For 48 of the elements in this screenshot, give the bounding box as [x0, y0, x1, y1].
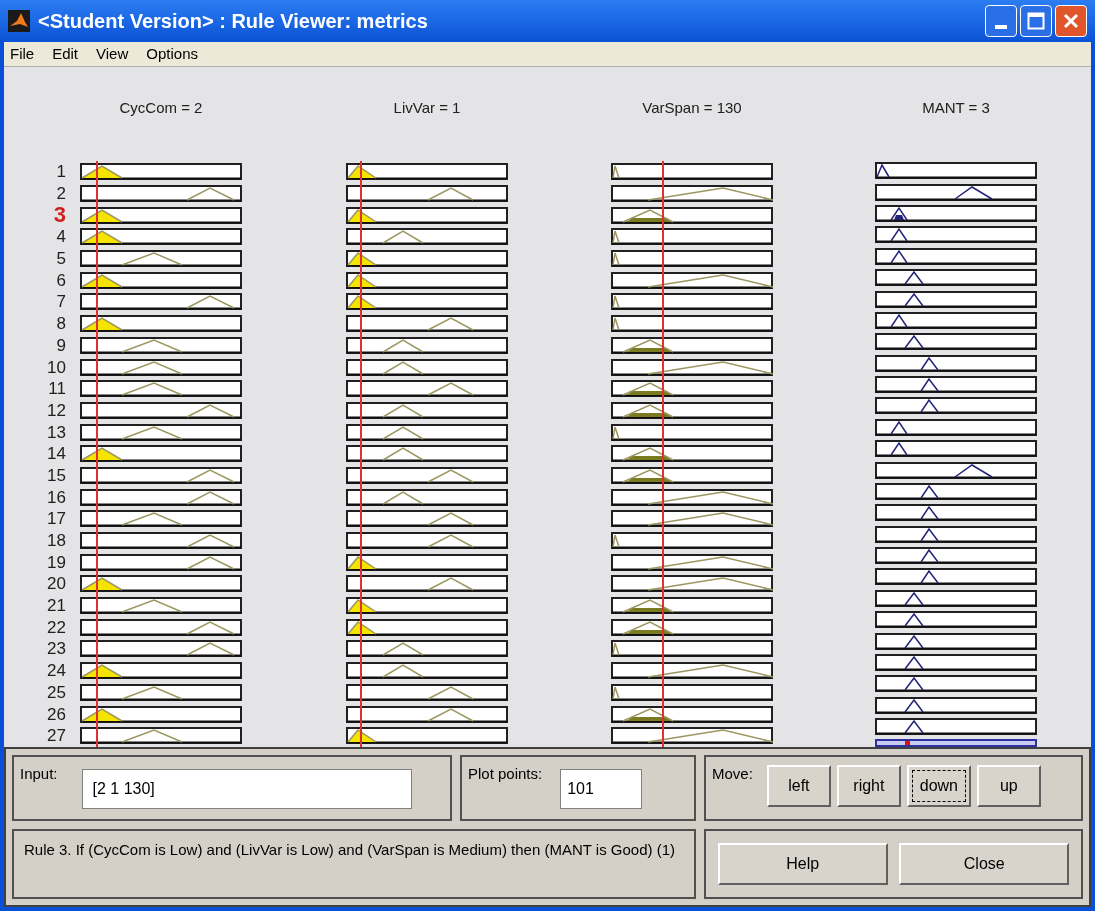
rule-number[interactable]: 25: [4, 681, 80, 704]
rule-number[interactable]: 21: [4, 594, 80, 617]
rule-number[interactable]: 18: [4, 529, 80, 552]
input-field[interactable]: [2 1 130]: [81, 769, 412, 809]
rule-number[interactable]: 10: [4, 356, 80, 378]
rule-number[interactable]: 12: [4, 399, 80, 422]
variable-label: LivVar = 1: [393, 99, 461, 116]
rule-number[interactable]: 3: [4, 204, 80, 227]
variable-label: MANT = 3: [922, 99, 990, 116]
rule-number[interactable]: 14: [4, 442, 80, 465]
rule-number[interactable]: 20: [4, 573, 80, 595]
rule-number[interactable]: 15: [4, 464, 80, 487]
rule-number[interactable]: 26: [4, 703, 80, 725]
plot-points-field[interactable]: 101: [560, 769, 643, 809]
rule-number[interactable]: 23: [4, 638, 80, 660]
rule-number[interactable]: 16: [4, 486, 80, 508]
menu-item[interactable]: View: [96, 42, 129, 66]
menu-item[interactable]: Options: [146, 42, 198, 66]
rule-number[interactable]: 22: [4, 616, 80, 639]
move-button[interactable]: up: [976, 765, 1041, 807]
rule-text: Rule 3. If (CycCom is Low) and (LivVar is Low) and (VarSpan is Medium) then (MANT is Good) (1): [24, 840, 677, 860]
variable-label: CycCom = 2: [119, 99, 203, 116]
rule-number[interactable]: 4: [4, 226, 80, 248]
rule-number[interactable]: 1: [4, 161, 80, 183]
move-button[interactable]: down: [906, 765, 971, 807]
dialog-button[interactable]: Close: [899, 843, 1070, 885]
plot-points-label: Plot points:: [468, 764, 543, 784]
move-button[interactable]: left: [766, 765, 831, 807]
rule-number[interactable]: 9: [4, 334, 80, 357]
menu-item[interactable]: File: [10, 42, 35, 66]
input-label: Input:: [20, 764, 58, 784]
menu-item[interactable]: Edit: [52, 42, 79, 66]
rule-number[interactable]: 8: [4, 312, 80, 335]
rule-number[interactable]: 27: [4, 724, 80, 747]
move-button[interactable]: right: [836, 765, 901, 807]
rule-number[interactable]: 2: [4, 182, 80, 205]
rule-number[interactable]: 7: [4, 291, 80, 313]
rule-number[interactable]: 13: [4, 421, 80, 443]
move-label: Move:: [712, 764, 753, 784]
variable-label: VarSpan = 130: [642, 99, 742, 116]
rule-number[interactable]: 19: [4, 551, 80, 574]
window-title: <Student Version> : Rule Viewer: metrics: [38, 9, 429, 34]
rule-number[interactable]: 17: [4, 508, 80, 530]
rule-number[interactable]: 11: [4, 377, 80, 400]
rule-number[interactable]: 24: [4, 659, 80, 682]
dialog-button[interactable]: Help: [717, 843, 888, 885]
rule-number[interactable]: 6: [4, 269, 80, 292]
rule-number[interactable]: 5: [4, 247, 80, 270]
